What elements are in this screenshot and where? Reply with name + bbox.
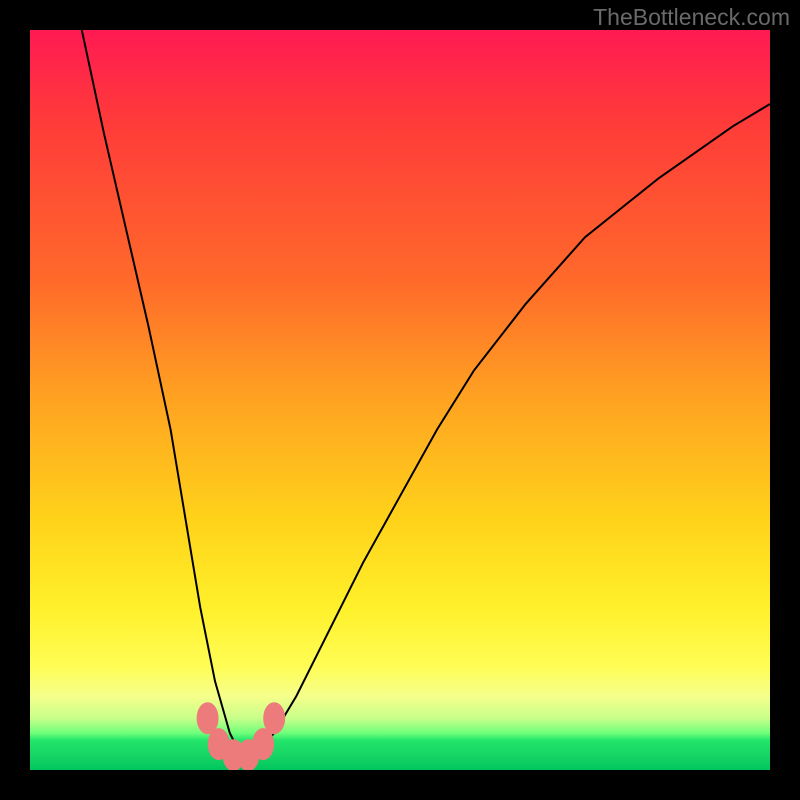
- bottleneck-curve: [82, 30, 770, 759]
- marker-group: [197, 702, 286, 770]
- curve-svg: [30, 30, 770, 770]
- plot-area: [30, 30, 770, 770]
- curve-marker: [263, 702, 285, 734]
- chart-frame: TheBottleneck.com: [0, 0, 800, 800]
- watermark-text: TheBottleneck.com: [593, 4, 790, 31]
